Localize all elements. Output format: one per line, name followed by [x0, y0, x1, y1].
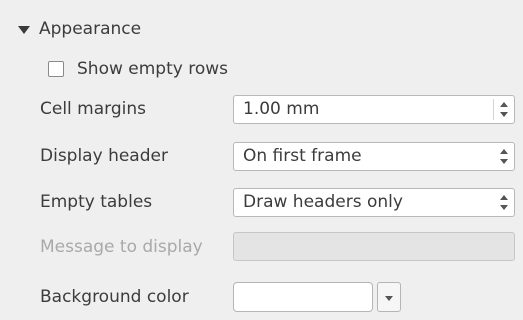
- section-title: Appearance: [39, 19, 142, 39]
- empty-tables-value[interactable]: Draw headers only: [243, 189, 403, 216]
- empty-tables-combobox[interactable]: Draw headers only: [233, 188, 515, 217]
- cell-margins-spinbox[interactable]: 1.00 mm: [233, 95, 515, 124]
- collapse-triangle-icon[interactable]: [18, 25, 30, 34]
- spin-up-arrow-icon[interactable]: [500, 102, 508, 107]
- display-header-value[interactable]: On first frame: [243, 143, 362, 170]
- background-color-label: Background color: [40, 287, 189, 307]
- combo-updown-arrows-icon[interactable]: [499, 148, 509, 165]
- display-header-label: Display header: [40, 146, 168, 166]
- combo-down-arrow-icon: [500, 205, 508, 210]
- message-to-display-input: [233, 232, 515, 261]
- display-header-combobox[interactable]: On first frame: [233, 142, 515, 171]
- show-empty-rows-checkbox[interactable]: [48, 61, 64, 77]
- appearance-panel: Appearance Show empty rows Cell margins …: [0, 0, 523, 320]
- spin-arrows-icon[interactable]: [499, 101, 509, 118]
- chevron-down-icon[interactable]: [385, 296, 393, 301]
- show-empty-rows-row[interactable]: Show empty rows: [48, 56, 228, 82]
- appearance-section-header[interactable]: Appearance: [18, 16, 141, 42]
- cell-margins-value[interactable]: 1.00 mm: [243, 96, 319, 123]
- empty-tables-label: Empty tables: [40, 192, 153, 212]
- cell-margins-label: Cell margins: [40, 99, 146, 119]
- combo-up-arrow-icon: [500, 195, 508, 200]
- background-color-swatch-button[interactable]: [233, 282, 373, 312]
- combo-down-arrow-icon: [500, 159, 508, 164]
- spinbox-separator: [493, 99, 494, 120]
- spin-down-arrow-icon[interactable]: [500, 112, 508, 117]
- message-to-display-label: Message to display: [40, 237, 203, 257]
- combo-updown-arrows-icon[interactable]: [499, 194, 509, 211]
- combo-up-arrow-icon: [500, 149, 508, 154]
- show-empty-rows-label[interactable]: Show empty rows: [77, 59, 228, 79]
- background-color-menu-button[interactable]: [377, 282, 401, 312]
